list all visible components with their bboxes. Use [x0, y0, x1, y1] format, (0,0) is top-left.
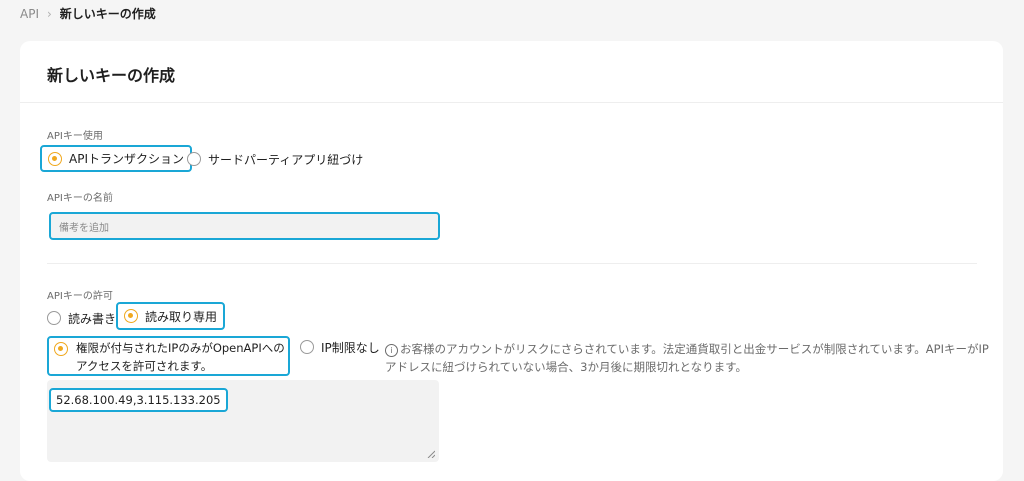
section-divider [47, 263, 977, 264]
radio-unchecked-icon[interactable] [47, 311, 61, 325]
breadcrumb-current: 新しいキーの作成 [59, 7, 156, 21]
chevron-right-icon: › [46, 6, 52, 21]
usage-option-api-transaction[interactable]: APIトランザクション [40, 145, 192, 172]
ip-option-restricted[interactable]: 権限が付与されたIPのみがOpenAPIへの アクセスを許可されます。 [47, 336, 290, 376]
permission-option-read-write[interactable]: 読み書き [47, 306, 116, 330]
ip-option-unrestricted[interactable]: IP制限なし [300, 338, 380, 356]
radio-checked-icon[interactable] [124, 309, 138, 323]
radio-checked-icon[interactable] [54, 342, 68, 356]
resize-handle-icon[interactable] [427, 450, 435, 458]
breadcrumb: API › 新しいキーの作成 [20, 5, 156, 22]
ip-warning: i お客様のアカウントがリスクにさらされています。法定通貨取引と出金サービスが制限… [385, 340, 997, 376]
ip-warning-text: お客様のアカウントがリスクにさらされています。法定通貨取引と出金サービスが制限さ… [385, 342, 989, 374]
permission-label: APIキーの許可 [47, 291, 113, 302]
permission-option-label: 読み書き [68, 311, 117, 326]
usage-option-label: サードパーティアプリ紐づけ [208, 152, 364, 167]
title-divider [20, 102, 1003, 103]
permission-option-label: 読み取り専用 [145, 309, 218, 324]
ip-address-value: 52.68.100.49,3.115.133.205 [49, 388, 228, 412]
key-name-input[interactable]: 備考を追加 [49, 212, 440, 240]
ip-restricted-label: 権限が付与されたIPのみがOpenAPIへの アクセスを許可されます。 [76, 339, 285, 375]
radio-checked-icon[interactable] [48, 151, 62, 166]
info-icon: i [385, 344, 398, 357]
name-label: APIキーの名前 [47, 193, 113, 204]
radio-unchecked-icon[interactable] [300, 340, 314, 354]
create-key-card: 新しいキーの作成 APIキー使用 APIトランザクション サードパーティアプリ紐… [20, 41, 1003, 481]
ip-unrestricted-label: IP制限なし [321, 340, 380, 355]
usage-option-label: APIトランザクション [69, 152, 184, 166]
permission-option-read-only[interactable]: 読み取り専用 [116, 302, 226, 330]
ip-address-textarea[interactable]: 52.68.100.49,3.115.133.205 [47, 380, 439, 462]
usage-option-third-party[interactable]: サードパーティアプリ紐づけ [187, 147, 363, 171]
breadcrumb-root-link[interactable]: API [20, 7, 39, 21]
page-title: 新しいキーの作成 [47, 66, 176, 85]
radio-unchecked-icon[interactable] [187, 152, 201, 166]
ip-restricted-label-line1: 権限が付与されたIPのみがOpenAPIへの [76, 341, 285, 355]
usage-label: APIキー使用 [47, 131, 103, 142]
key-name-placeholder: 備考を追加 [59, 222, 109, 234]
ip-restricted-label-line2: アクセスを許可されます。 [76, 359, 213, 373]
